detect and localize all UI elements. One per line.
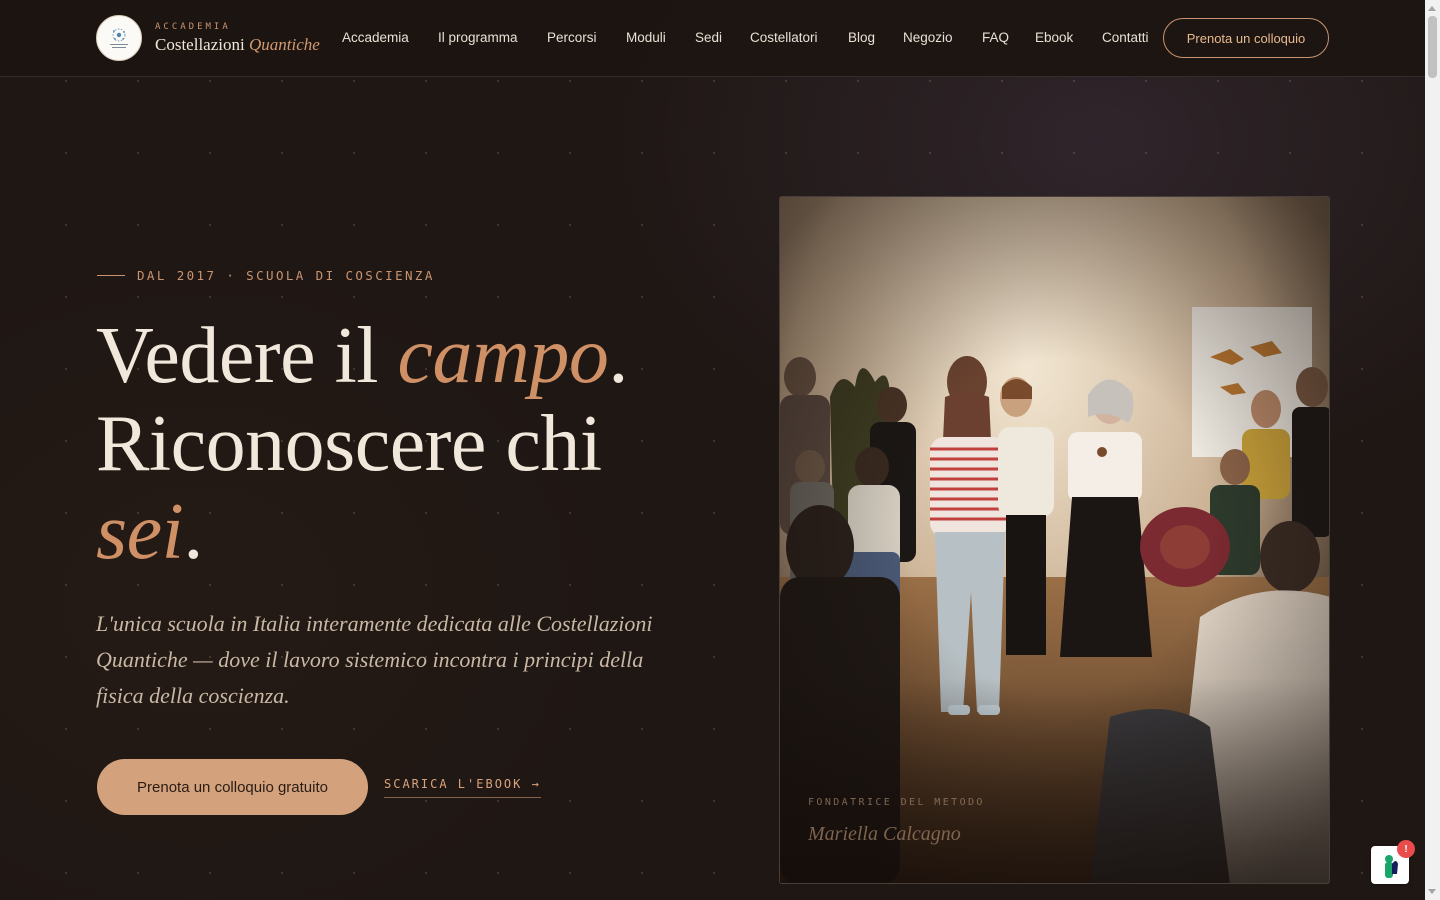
book-free-call-button[interactable]: Prenota un colloquio gratuito (97, 759, 368, 815)
founder-caption-label: FONDATRICE DEL METODO (808, 797, 985, 808)
brand-name-main: Costellazioni (155, 35, 245, 54)
headline-part: Vedere il (96, 312, 398, 400)
hero-lead: L'unica scuola in Italia interamente ded… (96, 611, 653, 708)
headline-accent-campo: campo (397, 312, 609, 400)
hero-photo: FONDATRICE DEL METODO Mariella Calcagno (779, 196, 1330, 884)
headline-period: . (608, 312, 628, 400)
notification-badge: ! (1397, 840, 1415, 858)
nav-item-blog[interactable]: Blog (848, 30, 875, 45)
eyebrow-divider (97, 275, 125, 276)
nav-item-il-programma[interactable]: Il programma (438, 30, 518, 45)
hero-eyebrow-text: DAL 2017 · SCUOLA DI COSCIENZA (137, 268, 435, 283)
photo-vignette (780, 197, 1329, 883)
nav-item-sedi[interactable]: Sedi (695, 30, 722, 45)
hero-headline: Vedere il campo. Riconoscere chi sei. (96, 312, 716, 576)
logo[interactable] (96, 15, 142, 61)
headline-line-2: Riconoscere chi (96, 400, 602, 488)
scroll-up-arrow-icon[interactable] (1428, 6, 1436, 11)
download-ebook-link[interactable]: SCARICA L'EBOOK → (384, 777, 541, 798)
founder-caption-name: Mariella Calcagno (808, 823, 961, 845)
scrollbar-thumb[interactable] (1428, 16, 1437, 78)
headline-accent-sei: sei (96, 488, 184, 576)
page-scrollbar[interactable] (1425, 0, 1440, 900)
hero-eyebrow: DAL 2017 · SCUOLA DI COSCIENZA (97, 268, 435, 283)
nav-item-ebook[interactable]: Ebook (1035, 30, 1073, 45)
nav-item-moduli[interactable]: Moduli (626, 30, 666, 45)
book-call-button[interactable]: Prenota un colloquio (1163, 18, 1329, 58)
nav-item-faq[interactable]: FAQ (982, 30, 1009, 45)
scroll-down-arrow-icon[interactable] (1428, 889, 1436, 894)
quantum-constellation-logo-icon (110, 28, 128, 48)
site-header: ACCADEMIA Costellazioni Quantiche Accade… (0, 0, 1425, 77)
nav-item-costellatori[interactable]: Costellatori (750, 30, 818, 45)
brand-name-accent: Quantiche (248, 35, 320, 54)
nav-item-negozio[interactable]: Negozio (903, 30, 953, 45)
nav-item-contatti[interactable]: Contatti (1102, 30, 1149, 45)
nav-item-percorsi[interactable]: Percorsi (547, 30, 597, 45)
nav-item-accademia[interactable]: Accademia (342, 30, 409, 45)
headline-period-2: . (183, 488, 203, 576)
brand-eyebrow: ACCADEMIA (155, 22, 231, 32)
brand-name[interactable]: Costellazioni Quantiche (155, 35, 320, 55)
